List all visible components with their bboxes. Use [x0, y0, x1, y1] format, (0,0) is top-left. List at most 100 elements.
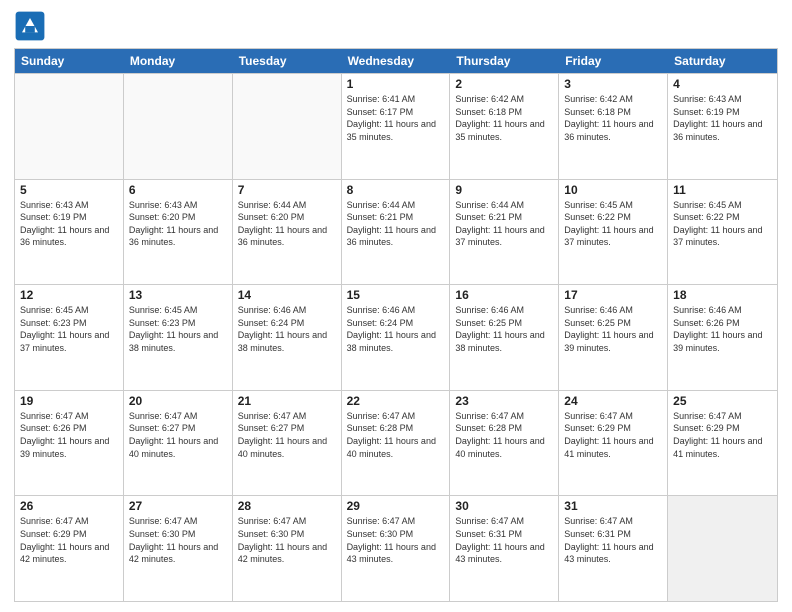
day-number: 24 — [564, 394, 662, 408]
cal-header-cell: Wednesday — [342, 49, 451, 73]
cell-info: Sunrise: 6:43 AMSunset: 6:19 PMDaylight:… — [20, 199, 118, 249]
day-number: 30 — [455, 499, 553, 513]
day-number: 3 — [564, 77, 662, 91]
cell-info: Sunrise: 6:47 AMSunset: 6:28 PMDaylight:… — [455, 410, 553, 460]
calendar-row: 12 Sunrise: 6:45 AMSunset: 6:23 PMDayligh… — [15, 284, 777, 390]
day-number: 27 — [129, 499, 227, 513]
table-row — [668, 496, 777, 601]
table-row: 6Sunrise: 6:43 AMSunset: 6:20 PMDaylight… — [124, 180, 233, 285]
table-row: 29 Sunrise: 6:47 AMSunset: 6:30 PMDayligh… — [342, 496, 451, 601]
cell-info: Sunrise: 6:45 AMSunset: 6:23 PMDaylight:… — [20, 304, 118, 354]
logo-icon — [14, 10, 46, 42]
cell-info: Sunrise: 6:44 AMSunset: 6:21 PMDaylight:… — [347, 199, 445, 249]
day-number: 19 — [20, 394, 118, 408]
cell-info: Sunrise: 6:47 AMSunset: 6:31 PMDaylight:… — [455, 515, 553, 565]
cell-info: Sunrise: 6:47 AMSunset: 6:30 PMDaylight:… — [129, 515, 227, 565]
cell-info: Sunrise: 6:42 AMSunset: 6:18 PMDaylight:… — [564, 93, 662, 143]
day-number: 18 — [673, 288, 772, 302]
cell-info: Sunrise: 6:46 AMSunset: 6:25 PMDaylight:… — [564, 304, 662, 354]
day-number: 6 — [129, 183, 227, 197]
cell-info: Sunrise: 6:45 AMSunset: 6:23 PMDaylight:… — [129, 304, 227, 354]
day-number: 7 — [238, 183, 336, 197]
table-row: 11 Sunrise: 6:45 AMSunset: 6:22 PMDayligh… — [668, 180, 777, 285]
table-row: 22 Sunrise: 6:47 AMSunset: 6:28 PMDayligh… — [342, 391, 451, 496]
table-row — [15, 74, 124, 179]
cell-info: Sunrise: 6:45 AMSunset: 6:22 PMDaylight:… — [673, 199, 772, 249]
day-number: 4 — [673, 77, 772, 91]
calendar-body: 1 Sunrise: 6:41 AMSunset: 6:17 PMDaylight… — [15, 73, 777, 601]
day-number: 21 — [238, 394, 336, 408]
cal-header-cell: Monday — [124, 49, 233, 73]
calendar-row: 19 Sunrise: 6:47 AMSunset: 6:26 PMDayligh… — [15, 390, 777, 496]
table-row: 27 Sunrise: 6:47 AMSunset: 6:30 PMDayligh… — [124, 496, 233, 601]
table-row: 12 Sunrise: 6:45 AMSunset: 6:23 PMDayligh… — [15, 285, 124, 390]
table-row: 18 Sunrise: 6:46 AMSunset: 6:26 PMDayligh… — [668, 285, 777, 390]
table-row: 19 Sunrise: 6:47 AMSunset: 6:26 PMDayligh… — [15, 391, 124, 496]
cell-info: Sunrise: 6:47 AMSunset: 6:29 PMDaylight:… — [564, 410, 662, 460]
day-number: 5 — [20, 183, 118, 197]
cal-header-cell: Sunday — [15, 49, 124, 73]
table-row: 5 Sunrise: 6:43 AMSunset: 6:19 PMDaylight… — [15, 180, 124, 285]
table-row — [233, 74, 342, 179]
day-number: 8 — [347, 183, 445, 197]
table-row: 21 Sunrise: 6:47 AMSunset: 6:27 PMDayligh… — [233, 391, 342, 496]
cell-info: Sunrise: 6:47 AMSunset: 6:31 PMDaylight:… — [564, 515, 662, 565]
day-number: 17 — [564, 288, 662, 302]
day-number: 9 — [455, 183, 553, 197]
cell-info: Sunrise: 6:47 AMSunset: 6:28 PMDaylight:… — [347, 410, 445, 460]
cell-info: Sunrise: 6:45 AMSunset: 6:22 PMDaylight:… — [564, 199, 662, 249]
day-number: 16 — [455, 288, 553, 302]
day-number: 10 — [564, 183, 662, 197]
cell-info: Sunrise: 6:42 AMSunset: 6:18 PMDaylight:… — [455, 93, 553, 143]
day-number: 12 — [20, 288, 118, 302]
day-number: 25 — [673, 394, 772, 408]
table-row: 16Sunrise: 6:46 AMSunset: 6:25 PMDayligh… — [450, 285, 559, 390]
table-row: 14Sunrise: 6:46 AMSunset: 6:24 PMDayligh… — [233, 285, 342, 390]
table-row: 30 Sunrise: 6:47 AMSunset: 6:31 PMDayligh… — [450, 496, 559, 601]
cell-info: Sunrise: 6:47 AMSunset: 6:29 PMDaylight:… — [20, 515, 118, 565]
day-number: 26 — [20, 499, 118, 513]
table-row: 2 Sunrise: 6:42 AMSunset: 6:18 PMDaylight… — [450, 74, 559, 179]
cell-info: Sunrise: 6:46 AMSunset: 6:24 PMDaylight:… — [238, 304, 336, 354]
calendar-row: 5 Sunrise: 6:43 AMSunset: 6:19 PMDaylight… — [15, 179, 777, 285]
table-row: 24 Sunrise: 6:47 AMSunset: 6:29 PMDayligh… — [559, 391, 668, 496]
table-row: 15Sunrise: 6:46 AMSunset: 6:24 PMDayligh… — [342, 285, 451, 390]
table-row: 3 Sunrise: 6:42 AMSunset: 6:18 PMDaylight… — [559, 74, 668, 179]
header — [14, 10, 778, 42]
cell-info: Sunrise: 6:44 AMSunset: 6:21 PMDaylight:… — [455, 199, 553, 249]
cell-info: Sunrise: 6:44 AMSunset: 6:20 PMDaylight:… — [238, 199, 336, 249]
day-number: 22 — [347, 394, 445, 408]
cell-info: Sunrise: 6:46 AMSunset: 6:24 PMDaylight:… — [347, 304, 445, 354]
cal-header-cell: Saturday — [668, 49, 777, 73]
table-row — [124, 74, 233, 179]
table-row: 25 Sunrise: 6:47 AMSunset: 6:29 PMDayligh… — [668, 391, 777, 496]
cal-header-cell: Friday — [559, 49, 668, 73]
cell-info: Sunrise: 6:41 AMSunset: 6:17 PMDaylight:… — [347, 93, 445, 143]
calendar-row: 26 Sunrise: 6:47 AMSunset: 6:29 PMDayligh… — [15, 495, 777, 601]
cal-header-cell: Tuesday — [233, 49, 342, 73]
calendar: SundayMondayTuesdayWednesdayThursdayFrid… — [14, 48, 778, 602]
table-row: 13Sunrise: 6:45 AMSunset: 6:23 PMDayligh… — [124, 285, 233, 390]
day-number: 1 — [347, 77, 445, 91]
page: SundayMondayTuesdayWednesdayThursdayFrid… — [0, 0, 792, 612]
calendar-header: SundayMondayTuesdayWednesdayThursdayFrid… — [15, 49, 777, 73]
day-number: 29 — [347, 499, 445, 513]
day-number: 11 — [673, 183, 772, 197]
cell-info: Sunrise: 6:46 AMSunset: 6:26 PMDaylight:… — [673, 304, 772, 354]
cell-info: Sunrise: 6:47 AMSunset: 6:27 PMDaylight:… — [238, 410, 336, 460]
cell-info: Sunrise: 6:47 AMSunset: 6:30 PMDaylight:… — [347, 515, 445, 565]
table-row: 9 Sunrise: 6:44 AMSunset: 6:21 PMDaylight… — [450, 180, 559, 285]
table-row: 8 Sunrise: 6:44 AMSunset: 6:21 PMDaylight… — [342, 180, 451, 285]
cell-info: Sunrise: 6:47 AMSunset: 6:29 PMDaylight:… — [673, 410, 772, 460]
table-row: 1 Sunrise: 6:41 AMSunset: 6:17 PMDaylight… — [342, 74, 451, 179]
table-row: 7 Sunrise: 6:44 AMSunset: 6:20 PMDaylight… — [233, 180, 342, 285]
cell-info: Sunrise: 6:47 AMSunset: 6:30 PMDaylight:… — [238, 515, 336, 565]
calendar-row: 1 Sunrise: 6:41 AMSunset: 6:17 PMDaylight… — [15, 73, 777, 179]
cell-info: Sunrise: 6:47 AMSunset: 6:26 PMDaylight:… — [20, 410, 118, 460]
table-row: 20Sunrise: 6:47 AMSunset: 6:27 PMDayligh… — [124, 391, 233, 496]
table-row: 10 Sunrise: 6:45 AMSunset: 6:22 PMDayligh… — [559, 180, 668, 285]
day-number: 28 — [238, 499, 336, 513]
cell-info: Sunrise: 6:43 AMSunset: 6:19 PMDaylight:… — [673, 93, 772, 143]
day-number: 2 — [455, 77, 553, 91]
table-row: 28 Sunrise: 6:47 AMSunset: 6:30 PMDayligh… — [233, 496, 342, 601]
